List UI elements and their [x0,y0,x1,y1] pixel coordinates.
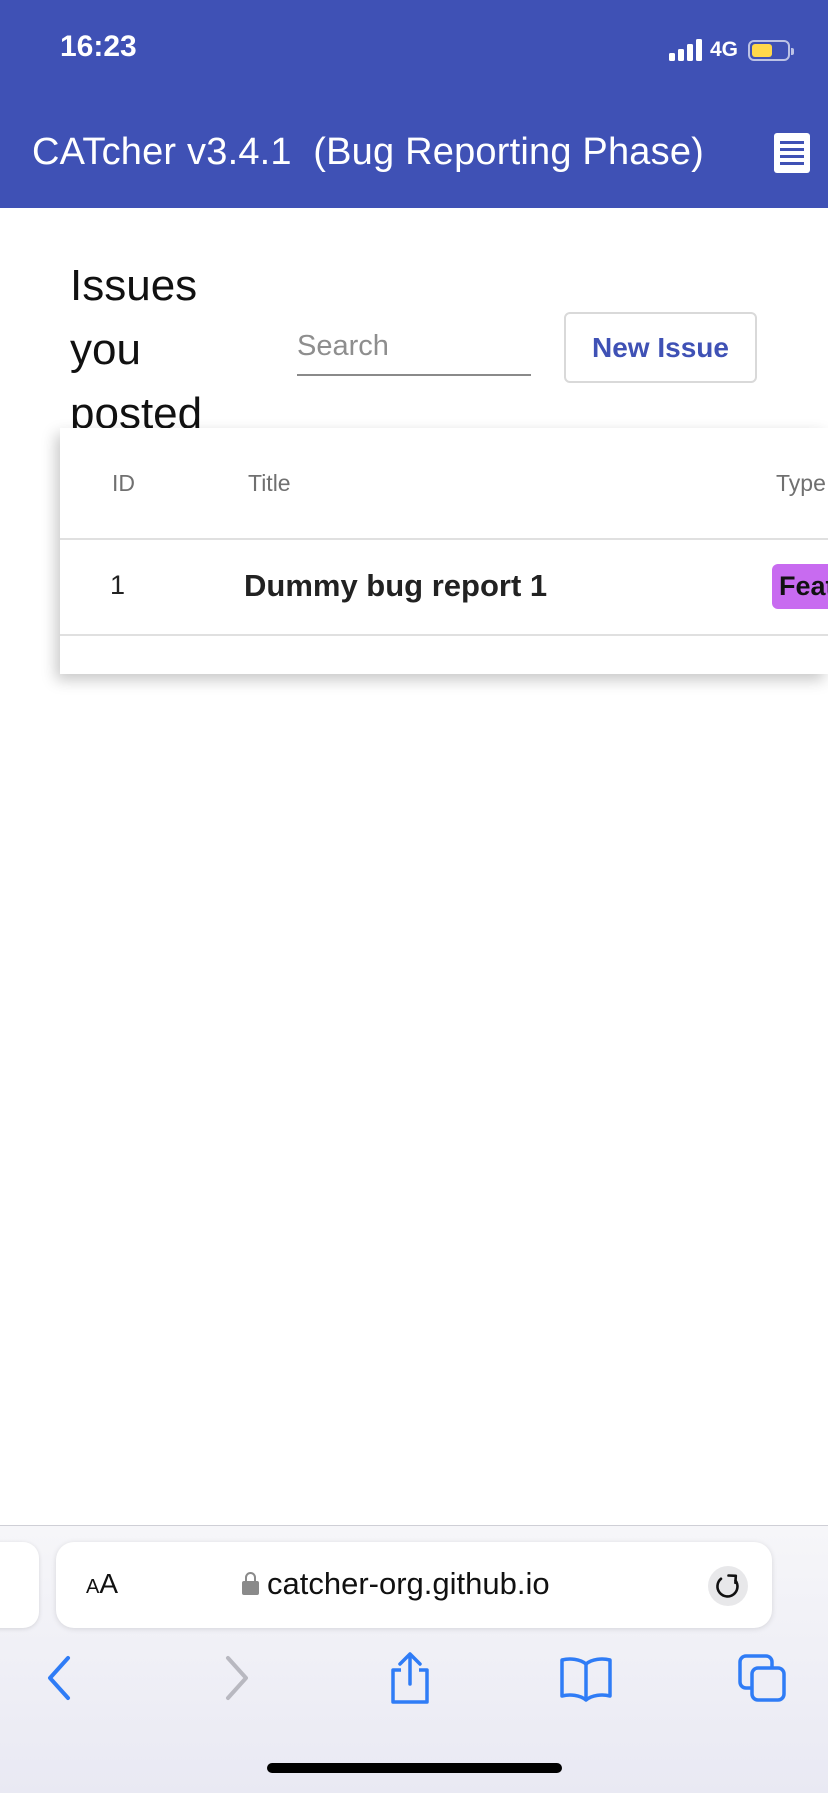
home-indicator[interactable] [267,1763,562,1773]
url-display[interactable]: catcher-org.github.io [242,1564,550,1604]
url-text: catcher-org.github.io [267,1566,550,1601]
signal-icon [668,39,702,61]
column-header-type[interactable]: Type [776,470,826,497]
table-header-row: ID Title Type [60,428,828,540]
status-bar: 16:23 4G [0,0,828,95]
lock-icon [242,1572,259,1596]
back-icon[interactable] [40,1650,80,1711]
text-size-small-label: A [86,1576,100,1598]
issues-table: ID Title Type 1 Dummy bug report 1 Feat [60,428,828,674]
share-icon[interactable] [384,1650,436,1711]
reload-icon[interactable] [708,1566,748,1606]
issue-title[interactable]: Dummy bug report 1 [244,568,547,604]
network-type: 4G [709,38,738,61]
receipt-menu-icon[interactable] [774,133,810,173]
bookmarks-icon[interactable] [558,1654,614,1709]
table-row[interactable]: 1 Dummy bug report 1 Feat [60,540,828,636]
column-header-title[interactable]: Title [248,470,291,497]
previous-tab-card[interactable] [0,1542,39,1628]
search-input[interactable] [297,318,531,376]
app-toolbar: CATcher v3.4.1 (Bug Reporting Phase) [0,95,828,208]
status-indicators: 4G [668,36,794,64]
new-issue-button[interactable]: New Issue [564,312,757,383]
column-header-id[interactable]: ID [112,470,135,497]
page-title: Issues you posted [70,261,203,438]
text-size-button[interactable]: AA [86,1568,118,1600]
status-time: 16:23 [60,30,137,63]
text-size-large-label: A [99,1568,119,1599]
address-bar[interactable]: AA catcher-org.github.io [56,1542,772,1628]
forward-icon[interactable] [216,1650,256,1711]
tabs-icon[interactable] [736,1652,790,1711]
type-badge: Feat [772,564,828,609]
battery-icon [748,39,794,61]
issue-id: 1 [110,570,126,600]
app-title: CATcher v3.4.1 (Bug Reporting Phase) [32,131,705,173]
